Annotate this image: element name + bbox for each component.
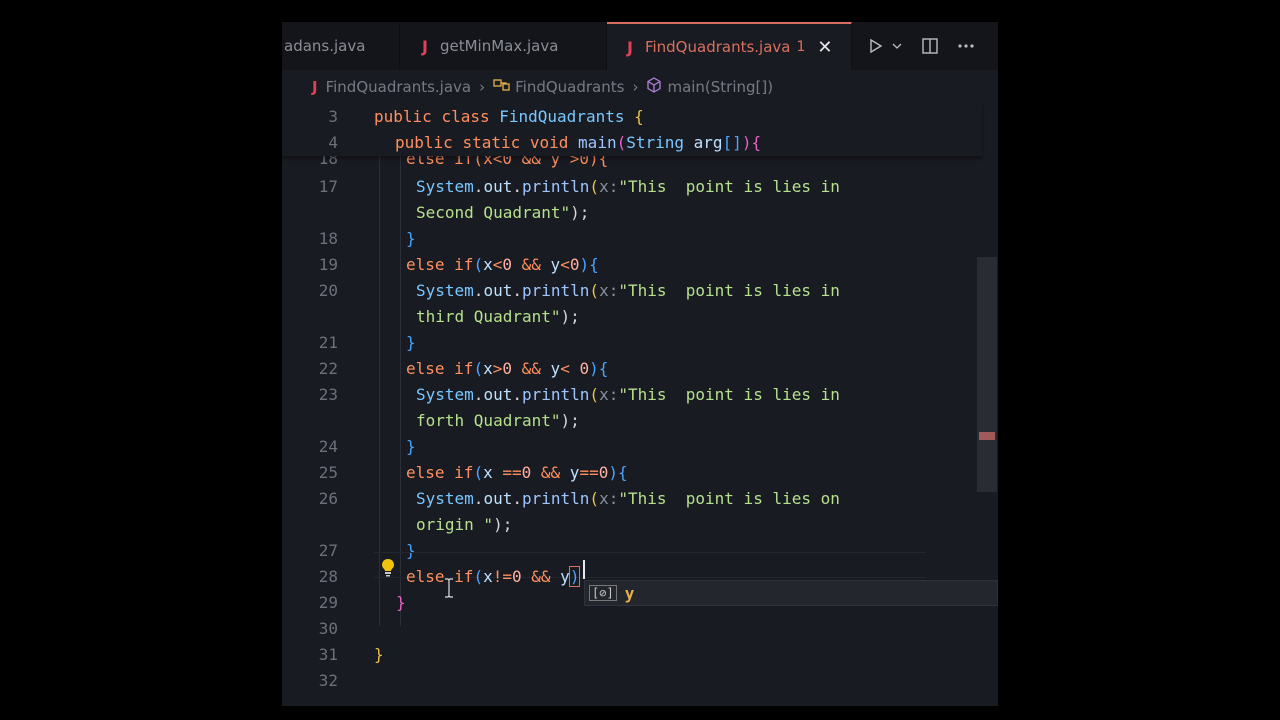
tab-findquadrants[interactable]: J FindQuadrants.java 1 ✕: [607, 22, 852, 70]
code-line-24: }: [406, 437, 416, 456]
code-line-26: System.out.println(x:"This point is lies…: [416, 489, 840, 508]
code-line-31: }: [374, 645, 384, 664]
code-line-20: System.out.println(x:"This point is lies…: [416, 281, 840, 300]
tab-adans[interactable]: adans.java: [282, 22, 400, 70]
line-number: 28: [318, 567, 338, 586]
breadcrumb-file[interactable]: FindQuadrants.java: [326, 78, 472, 96]
suggestion-item[interactable]: y: [625, 584, 635, 603]
editor-window: adans.java J getMinMax.java J FindQuadra…: [282, 22, 998, 706]
vertical-scrollbar[interactable]: [977, 257, 997, 492]
line-number: 30: [318, 619, 338, 638]
line-number: 24: [318, 437, 338, 456]
java-icon: J: [312, 78, 318, 96]
code-line-4: public static void main(String arg[]){: [395, 133, 762, 152]
line-number: 18: [318, 229, 338, 248]
tab-bar: adans.java J getMinMax.java J FindQuadra…: [282, 22, 998, 70]
more-icon[interactable]: [954, 34, 978, 58]
split-editor-icon[interactable]: [918, 34, 942, 58]
mouse-ibeam-cursor: [444, 578, 454, 598]
tab-label: adans.java: [284, 37, 366, 55]
breadcrumb-method[interactable]: main(String[]): [667, 78, 773, 96]
error-marker: [979, 432, 995, 440]
code-line-25: else if(x ==0 && y==0){: [406, 463, 628, 482]
breadcrumb-class[interactable]: FindQuadrants: [515, 78, 624, 96]
line-number: 21: [318, 333, 338, 352]
code-line-19: else if(x<0 && y<0){: [406, 255, 599, 274]
class-icon: [493, 78, 511, 96]
autocomplete-popup[interactable]: [⊘] y: [584, 580, 998, 606]
variable-icon: [⊘]: [589, 585, 617, 601]
code-line-23: System.out.println(x:"This point is lies…: [416, 385, 840, 404]
line-number: 31: [318, 645, 338, 664]
problem-count-badge: 1: [796, 39, 806, 55]
code-line-29: }: [396, 593, 406, 612]
line-number: 23: [318, 385, 338, 404]
line-number: 19: [318, 255, 338, 274]
code-line-3: public class FindQuadrants {: [374, 107, 644, 126]
code-line-26-wrap: origin ");: [416, 515, 513, 534]
line-number: 26: [318, 489, 338, 508]
chevron-right-icon: ›: [479, 78, 486, 96]
line-number: 17: [318, 177, 338, 196]
tab-label: getMinMax.java: [439, 37, 559, 55]
line-number: 29: [318, 593, 338, 612]
text-cursor: [583, 560, 585, 579]
code-line-22: else if(x>0 && y< 0){: [406, 359, 609, 378]
chevron-down-icon[interactable]: [887, 34, 907, 58]
tab-label: FindQuadrants.java: [644, 38, 791, 56]
code-line-17: System.out.println(x:"This point is lies…: [416, 177, 840, 196]
code-line-21: }: [406, 333, 416, 352]
code-line-28: else if(x!=0 && y): [406, 566, 581, 587]
line-number: 22: [318, 359, 338, 378]
code-line-17-wrap: Second Quadrant");: [416, 203, 590, 222]
java-icon: J: [627, 37, 633, 57]
chevron-right-icon: ›: [632, 78, 639, 96]
line-number: 4: [328, 133, 338, 152]
line-number: 32: [318, 671, 338, 690]
lightbulb-icon[interactable]: [378, 557, 398, 577]
line-number: 25: [318, 463, 338, 482]
code-line-20-wrap: third Quadrant");: [416, 307, 580, 326]
line-number: 3: [328, 107, 338, 126]
breadcrumb: J FindQuadrants.java › FindQuadrants › m…: [282, 70, 998, 104]
code-line-23-wrap: forth Quadrant");: [416, 411, 580, 430]
java-icon: J: [422, 36, 428, 56]
line-number: 27: [318, 541, 338, 560]
sticky-scroll-header: 3 public class FindQuadrants { 4 public …: [282, 104, 982, 156]
code-line-18-close: }: [406, 229, 416, 248]
tab-getminmax[interactable]: J getMinMax.java: [400, 22, 607, 70]
method-icon: [646, 77, 662, 97]
close-icon[interactable]: ✕: [817, 37, 832, 58]
line-number: 20: [318, 281, 338, 300]
code-area[interactable]: 18 else if(x<0 && y >0){ 17 System.out.p…: [282, 104, 982, 704]
play-icon[interactable]: [864, 34, 888, 58]
